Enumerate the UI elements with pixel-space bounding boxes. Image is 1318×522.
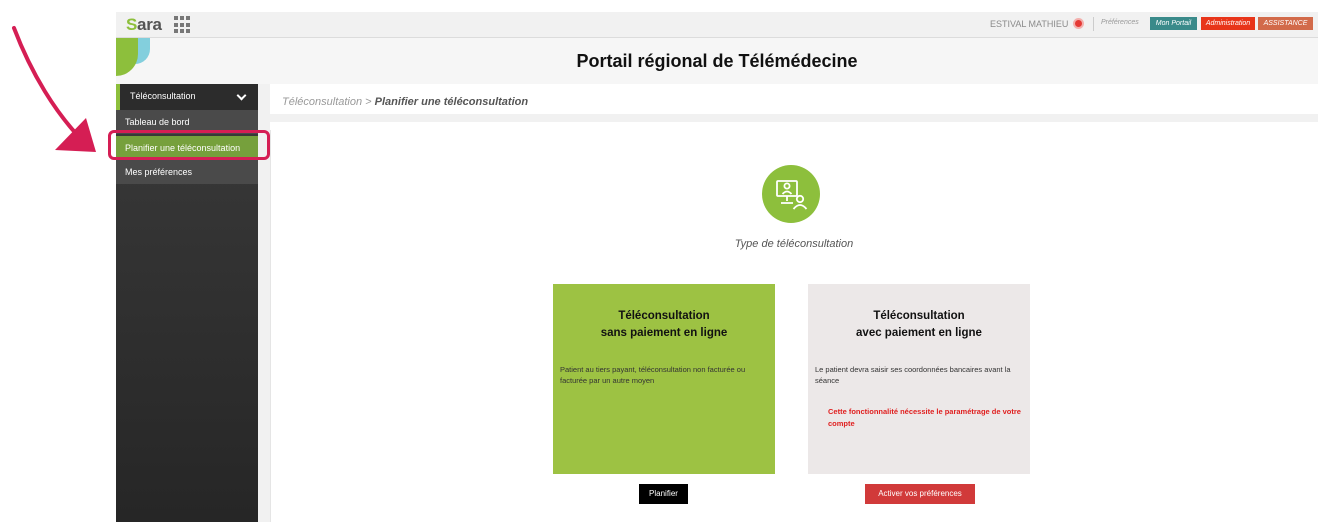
sara-logo[interactable]: Sara (126, 15, 162, 35)
mon-portail-button[interactable]: Mon Portail (1150, 17, 1197, 30)
card-description: Le patient devra saisir ses coordonnées … (815, 365, 1011, 385)
header: Portail régional de Télémédecine (116, 38, 1318, 84)
user-status-icon[interactable] (1073, 18, 1084, 29)
card-title-line2: avec paiement en ligne (856, 327, 982, 339)
activer-preferences-button[interactable]: Activer vos préférences (865, 484, 975, 504)
annotation-arrow-icon (12, 26, 96, 152)
breadcrumb-current: Planifier une téléconsultation (374, 96, 529, 108)
card-warning: Cette fonctionnalité nécessite le paramé… (828, 407, 1021, 428)
planifier-button[interactable]: Planifier (639, 484, 688, 504)
type-label: Type de téléconsultation (734, 238, 854, 250)
top-bar: Sara ESTIVAL MATHIEU Préférences Mon Por… (116, 12, 1318, 38)
teleconsultation-icon (762, 165, 820, 223)
chevron-down-icon (236, 90, 247, 101)
card-description: Patient au tiers payant, téléconsultatio… (560, 365, 746, 385)
card-title-line1: Téléconsultation (873, 310, 965, 322)
card-title: Téléconsultation avec paiement en ligne (808, 308, 1030, 342)
sidebar-item-preferences[interactable]: Mes préférences (116, 160, 258, 184)
card-title-line1: Téléconsultation (618, 310, 710, 322)
sidebar-section-label: Téléconsultation (130, 91, 196, 101)
annotation-highlight (108, 130, 270, 160)
user-name[interactable]: ESTIVAL MATHIEU (990, 19, 1068, 29)
card-sans-paiement[interactable]: Téléconsultation sans paiement en ligne … (553, 284, 775, 474)
page: Sara ESTIVAL MATHIEU Préférences Mon Por… (0, 0, 1318, 522)
breadcrumb-bar: Téléconsultation > Planifier une télécon… (270, 84, 1318, 122)
card-avec-paiement[interactable]: Téléconsultation avec paiement en ligne … (808, 284, 1030, 474)
apps-grid-icon[interactable] (174, 16, 192, 34)
breadcrumb-parent[interactable]: Téléconsultation > (282, 96, 372, 108)
divider (1093, 17, 1094, 31)
preferences-link[interactable]: Préférences (1101, 19, 1139, 26)
card-title-line2: sans paiement en ligne (600, 327, 728, 339)
sidebar-section-teleconsultation[interactable]: Téléconsultation (116, 84, 258, 110)
administration-button[interactable]: Administration (1201, 17, 1255, 30)
assistance-button[interactable]: ASSISTANCE (1258, 17, 1313, 30)
card-title: Téléconsultation sans paiement en ligne (553, 308, 775, 342)
page-title: Portail régional de Télémédecine (576, 51, 858, 71)
breadcrumb: Téléconsultation > Planifier une télécon… (282, 96, 528, 108)
